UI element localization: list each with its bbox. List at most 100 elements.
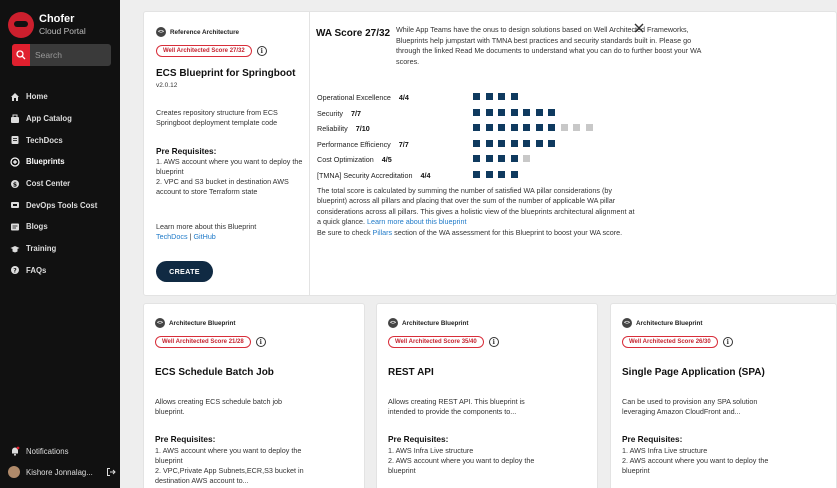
sidebar-item-label: Home	[26, 92, 48, 102]
wa-square-satisfied	[498, 124, 505, 131]
wa-square-satisfied	[485, 170, 493, 178]
info-icon[interactable]: i	[255, 337, 266, 347]
sidebar-item-label: Blueprints	[26, 157, 65, 167]
prereq-title: Pre Requisites:	[388, 434, 449, 444]
avatar	[8, 466, 20, 478]
logout-icon[interactable]	[106, 467, 116, 477]
wa-score-badge[interactable]: Well Architected Score 35/40	[388, 336, 484, 348]
wa-square-satisfied	[485, 108, 493, 116]
wa-square-satisfied	[485, 139, 493, 147]
sidebar-item-home[interactable]: Home	[0, 86, 120, 108]
wa-pillar-score: 4/4	[420, 170, 431, 180]
sidebar-item-label: DevOps Tools Cost	[26, 200, 98, 210]
info-icon[interactable]: i	[722, 337, 733, 347]
prereq-title: Pre Requisites:	[156, 146, 217, 156]
blueprint-card[interactable]: <> Architecture Blueprint Well Architect…	[610, 303, 837, 488]
blueprint-description: Allows creating REST API. This blueprint…	[388, 397, 525, 416]
sidebar-item-devops-tools-cost[interactable]: DevOps Tools Cost	[0, 194, 120, 216]
blueprint-type: <> Reference Architecture	[156, 27, 239, 37]
wa-total-explanation: The total score is calculated by summing…	[317, 186, 637, 238]
sidebar-item-techdocs[interactable]: TechDocs	[0, 129, 120, 151]
sidebar-item-app-catalog[interactable]: App Catalog	[0, 108, 120, 130]
wa-score-badge[interactable]: Well Architected Score 21/28	[155, 336, 251, 348]
blueprint-type-label: Architecture Blueprint	[402, 319, 469, 327]
sidebar-item-label: FAQs	[26, 265, 47, 275]
wa-pillar-name: Operational Excellence	[317, 93, 391, 103]
wa-square-satisfied	[473, 170, 480, 178]
wa-pillar-row: Reliability 7/10	[317, 121, 617, 137]
prereq-title: Pre Requisites:	[622, 434, 683, 444]
wa-pillar-row: Performance Efficiency 7/7	[317, 137, 617, 153]
notifications-label: Notifications	[26, 446, 69, 456]
blogs-icon	[10, 222, 20, 232]
sidebar-item-cost-center[interactable]: $ Cost Center	[0, 173, 120, 195]
prereq-list: 1. AWS account where you want to deploy …	[156, 157, 306, 197]
blueprint-icon	[10, 157, 20, 167]
prereq-title: Pre Requisites:	[155, 434, 216, 444]
learn-more-blueprint-link[interactable]: Learn more about this blueprint	[367, 217, 467, 226]
wa-badge-row: Well Architected Score 21/28 i	[155, 336, 266, 348]
sidebar-item-label: Cost Center	[26, 179, 71, 189]
wa-score-badge[interactable]: Well Architected Score 26/30	[622, 336, 718, 348]
sidebar-item-blogs[interactable]: Blogs	[0, 216, 120, 238]
wa-badge-row: Well Architected Score 26/30 i	[622, 336, 733, 348]
wa-square-satisfied	[548, 124, 555, 131]
blueprint-title: REST API	[388, 367, 434, 378]
wa-pillar-name: Cost Optimization	[317, 155, 374, 165]
blueprint-title: ECS Blueprint for Springboot	[156, 68, 296, 79]
prereq-item: 1. AWS account where you want to deploy …	[155, 446, 302, 465]
blueprint-card[interactable]: <> Architecture Blueprint Well Architect…	[376, 303, 598, 488]
prereq-item: 2. AWS account where you want to deploy …	[622, 456, 769, 475]
wa-pillar-score: 4/4	[398, 93, 409, 103]
wa-square-satisfied	[535, 108, 543, 116]
wa-pillar-indicator	[473, 139, 561, 147]
wa-square-satisfied	[498, 170, 505, 178]
faq-icon: ?	[10, 265, 20, 275]
sidebar-item-training[interactable]: Training	[0, 238, 120, 260]
catalog-icon	[10, 114, 20, 124]
blueprint-title: Single Page Application (SPA)	[622, 367, 765, 378]
wa-pillar-row: Security 7/7	[317, 106, 617, 122]
search-box[interactable]: Search	[12, 44, 111, 66]
sidebar-item-blueprints[interactable]: Blueprints	[0, 151, 120, 173]
blueprint-type-label: Architecture Blueprint	[169, 319, 236, 327]
bell-icon	[10, 446, 20, 456]
wa-square-satisfied	[485, 155, 493, 162]
info-icon[interactable]: i	[488, 337, 499, 347]
notifications-link[interactable]: Notifications	[10, 446, 68, 456]
code-icon: <>	[622, 318, 632, 328]
blueprint-description: Can be used to provision any SPA solutio…	[622, 397, 758, 416]
user-profile[interactable]: Kishore Jonnalag...	[8, 466, 116, 478]
prereq-item: 1. AWS Infra Live structure	[388, 446, 474, 455]
wa-pillar-score: 7/7	[350, 108, 361, 118]
wa-pillar-score: 7/7	[398, 139, 409, 149]
brand[interactable]: Chofer Cloud Portal	[8, 12, 86, 38]
techdocs-link[interactable]: TechDocs	[156, 232, 188, 241]
search-icon[interactable]	[12, 44, 30, 66]
search-input[interactable]: Search	[35, 50, 62, 60]
close-icon[interactable]	[633, 22, 645, 34]
sidebar-item-faqs[interactable]: ? FAQs	[0, 260, 120, 282]
wa-square-satisfied	[473, 108, 480, 116]
blueprint-type: <> Architecture Blueprint	[622, 318, 702, 328]
blueprint-card[interactable]: <> Architecture Blueprint Well Architect…	[143, 303, 365, 488]
wa-pillar-indicator	[473, 93, 523, 100]
info-icon[interactable]: i	[256, 46, 267, 56]
prereq-item: 1. AWS account where you want to deploy …	[156, 157, 303, 176]
wa-pillar-score: 7/10	[355, 124, 370, 134]
create-button[interactable]: CREATE	[156, 261, 213, 282]
wa-square-satisfied	[485, 124, 493, 131]
github-link[interactable]: GitHub	[193, 232, 215, 241]
wa-pillars: Operational Excellence 4/4 Security 7/7 Reli…	[317, 90, 617, 183]
wa-pillar-row: Cost Optimization 4/5	[317, 152, 617, 168]
wa-pillar-name: [TMNA] Security Accreditation	[317, 170, 413, 180]
wa-square-satisfied	[498, 139, 505, 147]
wa-square-satisfied	[510, 170, 518, 178]
wa-square-satisfied	[498, 93, 505, 100]
prereq-list: 1. AWS account where you want to deploy …	[155, 446, 315, 486]
prereq-list: 1. AWS Infra Live structure 2. AWS accou…	[388, 446, 548, 476]
wa-badge-row: Well Architected Score 27/32 i	[156, 45, 267, 57]
wa-score-badge[interactable]: Well Architected Score 27/32	[156, 45, 252, 57]
blueprint-type-label: Reference Architecture	[170, 28, 240, 36]
pillars-link[interactable]: Pillars	[373, 228, 393, 237]
